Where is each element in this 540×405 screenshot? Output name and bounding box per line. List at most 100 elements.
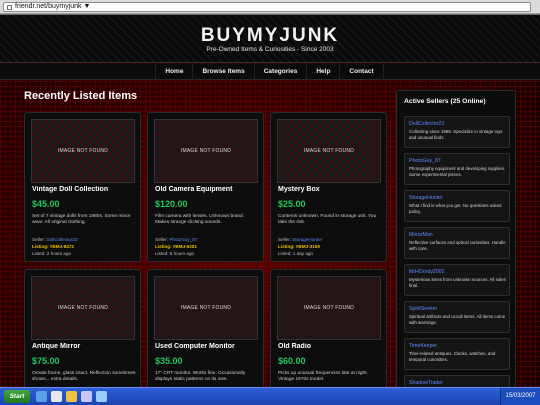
item-description: Film camera with lenses. Unknown brand. … [155, 214, 245, 225]
seller-card: SpiritSeeker Spiritual artifacts and occ… [404, 301, 510, 333]
browser-icon[interactable] [36, 391, 47, 402]
item-card[interactable]: IMAGE NOT FOUND Antique Mirror $75.00 Or… [24, 269, 141, 387]
address-url: friendr.net/buymyjunk ▼ [15, 3, 91, 10]
item-card[interactable]: IMAGE NOT FOUND Mystery Box $25.00 Conte… [270, 112, 387, 262]
seller-name-link[interactable]: PhotoGuy_87 [409, 158, 441, 164]
item-description: Set of 7 vintage dolls from 1980s. Some … [32, 214, 131, 225]
section-title: Recently Listed Items [24, 90, 138, 102]
nav-contact[interactable]: Contact [339, 63, 384, 80]
site-page: BUYMYJUNK Pre-Owned Items & Curiosities … [0, 15, 540, 387]
item-listing: Listing: #BMJ-8472 [32, 244, 74, 249]
notepad-icon[interactable] [51, 391, 62, 402]
image-missing-label: IMAGE NOT FOUND [180, 148, 232, 154]
item-title[interactable]: Antique Mirror [32, 343, 138, 350]
seller-name-link[interactable]: StorageHunter [409, 195, 443, 201]
seller-label: Seller: [32, 237, 47, 242]
item-title[interactable]: Old Radio [278, 343, 384, 350]
system-clock: 15/03/2007 [500, 388, 540, 405]
item-title[interactable]: Used Computer Monitor [155, 343, 261, 350]
listing-label: Listing: [32, 244, 50, 249]
seller-card: ShadowTrader [404, 375, 510, 387]
nav-help[interactable]: Help [306, 63, 341, 80]
seller-label: Seller: [278, 237, 293, 242]
seller-description: Mysterious items from unknown sources. A… [409, 277, 506, 288]
item-title[interactable]: Vintage Doll Collection [32, 186, 138, 193]
item-card[interactable]: IMAGE NOT FOUND Old Radio $60.00 Picks u… [270, 269, 387, 387]
nav-browse-items[interactable]: Browse Items [192, 63, 255, 80]
seller-description: Time-related antiques. Clocks, watches, … [409, 351, 496, 362]
nav-home[interactable]: Home [155, 63, 194, 80]
item-listing: Listing: #BMJ-6201 [155, 244, 197, 249]
item-image[interactable]: IMAGE NOT FOUND [154, 119, 258, 183]
seller-label: Seller: [155, 237, 170, 242]
item-image[interactable]: IMAGE NOT FOUND [154, 276, 258, 340]
seller-name-link[interactable]: DollCollector23 [409, 121, 444, 127]
seller-name-link[interactable]: MirrorMan [409, 232, 433, 238]
image-missing-label: IMAGE NOT FOUND [57, 148, 109, 154]
item-description: Ornate frame, glass intact. Reflection s… [32, 371, 136, 382]
start-button[interactable]: Start [4, 390, 30, 403]
item-card[interactable]: IMAGE NOT FOUND Old Camera Equipment $12… [147, 112, 264, 262]
seller-description: Photography equipment and developing sup… [409, 166, 506, 177]
seller-link[interactable]: StorageHunter [292, 237, 322, 242]
listing-id: #BMJ-6201 [172, 244, 197, 249]
seller-card: StorageHunter What I find is what you ge… [404, 190, 510, 222]
item-price: $120.00 [155, 199, 188, 209]
item-image[interactable]: IMAGE NOT FOUND [31, 119, 135, 183]
item-seller: Seller: StorageHunter [278, 237, 322, 242]
seller-description: Reflective surfaces and optical curiosit… [409, 240, 506, 251]
seller-name-link[interactable]: SpiritSeeker [409, 306, 437, 312]
folder-icon[interactable] [66, 391, 77, 402]
item-description: Picks up unusual frequencies late at nig… [278, 371, 368, 382]
seller-name-link[interactable]: TimeKeeper [409, 343, 437, 349]
image-missing-label: IMAGE NOT FOUND [303, 148, 355, 154]
item-card[interactable]: IMAGE NOT FOUND Used Computer Monitor $3… [147, 269, 264, 387]
taskbar: Start 15/03/2007 [0, 387, 540, 405]
item-description: 17" CRT monitor. Works fine. Occasionall… [155, 371, 246, 382]
active-sellers-panel: Active Sellers (25 Online) DollCollector… [396, 90, 516, 387]
seller-link[interactable]: DollCollector23 [46, 237, 77, 242]
item-seller: Seller: PhotoGuy_87 [155, 237, 197, 242]
item-price: $25.00 [278, 199, 306, 209]
listing-id: #BMJ-3159 [295, 244, 320, 249]
paint-icon[interactable] [81, 391, 92, 402]
listing-label: Listing: [155, 244, 173, 249]
site-header: BUYMYJUNK Pre-Owned Items & Curiosities … [0, 15, 540, 63]
lock-icon [7, 4, 12, 10]
seller-card: PhotoGuy_87 Photography equipment and de… [404, 153, 510, 185]
item-card[interactable]: IMAGE NOT FOUND Vintage Doll Collection … [24, 112, 141, 262]
item-image[interactable]: IMAGE NOT FOUND [31, 276, 135, 340]
item-seller: Seller: DollCollector23 [32, 237, 77, 242]
speaker-icon[interactable] [96, 391, 107, 402]
browser-toolbar: friendr.net/buymyjunk ▼ [0, 0, 540, 14]
image-missing-label: IMAGE NOT FOUND [303, 305, 355, 311]
image-missing-label: IMAGE NOT FOUND [180, 305, 232, 311]
seller-name-link[interactable]: ShadowTrader [409, 380, 443, 386]
listing-id: #BMJ-8472 [49, 244, 74, 249]
seller-description: What I find is what you get. No question… [409, 203, 502, 214]
item-title[interactable]: Old Camera Equipment [155, 186, 261, 193]
item-price: $45.00 [32, 199, 60, 209]
sidebar-title: Active Sellers (25 Online) [404, 98, 486, 105]
seller-card: MrHOordy2002 Mysterious items from unkno… [404, 264, 510, 296]
seller-card: DollCollector23 Collecting since 1999. S… [404, 116, 510, 148]
item-image[interactable]: IMAGE NOT FOUND [277, 119, 381, 183]
seller-description: Collecting since 1999. Specialize in vin… [409, 129, 503, 140]
seller-name-link[interactable]: MrHOordy2002 [409, 269, 444, 275]
address-bar[interactable]: friendr.net/buymyjunk ▼ [3, 2, 531, 12]
main-nav: Home Browse Items Categories Help Contac… [0, 63, 540, 80]
item-price: $75.00 [32, 356, 60, 366]
seller-link[interactable]: PhotoGuy_87 [169, 237, 197, 242]
seller-card: TimeKeeper Time-related antiques. Clocks… [404, 338, 510, 370]
site-tagline: Pre-Owned Items & Curiosities - Since 20… [206, 46, 334, 53]
item-listed-time: Listed: 1 day ago [278, 251, 313, 256]
nav-categories[interactable]: Categories [253, 63, 308, 80]
site-logo[interactable]: BUYMYJUNK [0, 25, 540, 47]
item-listed-time: Listed: 5 hours ago [155, 251, 195, 256]
listing-label: Listing: [278, 244, 296, 249]
item-description: Contents unknown. Found in storage unit.… [278, 214, 377, 225]
seller-description: Spiritual artifacts and occult items. Al… [409, 314, 506, 325]
item-title[interactable]: Mystery Box [278, 186, 384, 193]
item-image[interactable]: IMAGE NOT FOUND [277, 276, 381, 340]
item-price: $35.00 [155, 356, 183, 366]
